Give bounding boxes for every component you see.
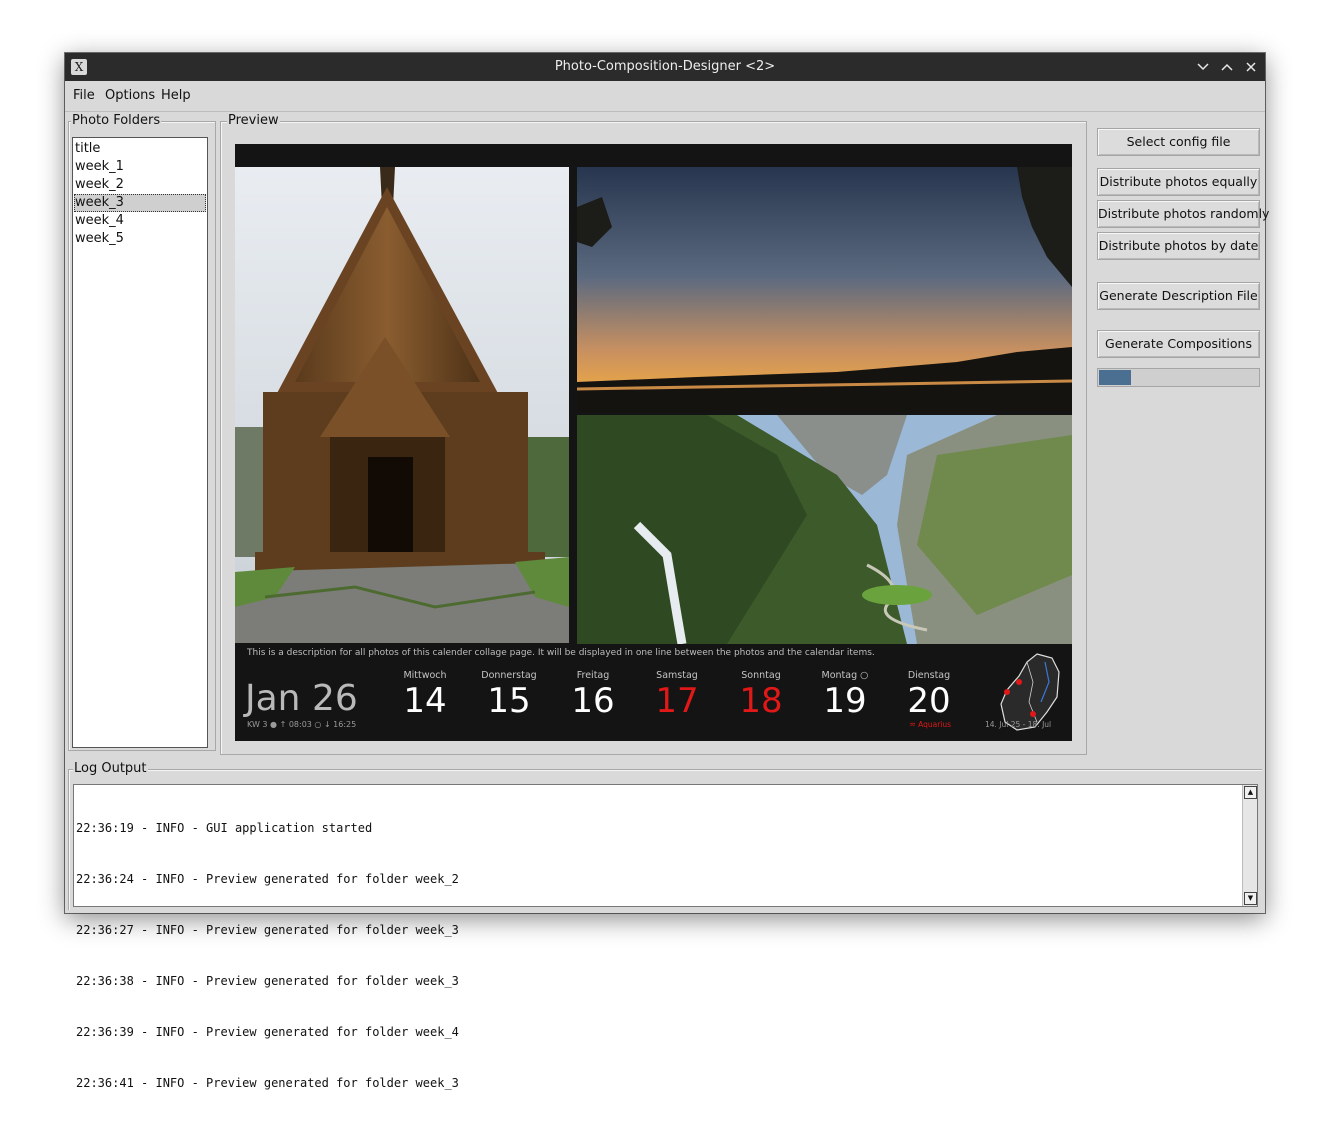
log-line: 22:36:41 - INFO - Preview generated for … <box>76 1076 459 1090</box>
day-name: Donnerstag <box>481 670 537 681</box>
calendar-day: Donnerstag 15 <box>469 670 549 721</box>
day-number: 15 <box>487 681 531 721</box>
day-name: Sonntag <box>741 670 781 681</box>
folder-item-week-5[interactable]: week_5 <box>74 230 206 248</box>
log-line: 22:36:19 - INFO - GUI application starte… <box>76 821 373 835</box>
day-name: Montag ○ <box>821 670 869 681</box>
distribute-equally-button[interactable]: Distribute photos equally <box>1097 168 1260 196</box>
close-button[interactable] <box>1241 57 1261 77</box>
menu-bar: File Options Help <box>65 81 1265 112</box>
day-number: 14 <box>403 681 447 721</box>
folder-item-week-2[interactable]: week_2 <box>74 176 206 194</box>
day-name: Dienstag <box>907 670 951 681</box>
sunset-lake-image <box>577 167 1072 412</box>
collage-description: This is a description for all photos of … <box>247 648 875 658</box>
photo-stave-church <box>235 167 569 643</box>
calendar-day: Freitag 16 <box>553 670 633 721</box>
scroll-down-icon[interactable]: ▼ <box>1244 892 1257 905</box>
generate-compositions-button[interactable]: Generate Compositions <box>1097 330 1260 358</box>
progress-fill <box>1099 370 1131 385</box>
day-number: 20 <box>907 681 951 721</box>
stave-church-image <box>235 167 569 643</box>
log-scrollbar[interactable]: ▲ ▼ <box>1242 785 1257 906</box>
calendar-day-weekend: Sonntag 18 <box>721 670 801 721</box>
mountain-valley-image <box>577 415 1072 644</box>
folder-item-title[interactable]: title <box>74 140 206 158</box>
select-config-button[interactable]: Select config file <box>1097 128 1260 156</box>
log-lines: 22:36:19 - INFO - GUI application starte… <box>76 786 459 1126</box>
calendar-month: Jan 26 <box>245 678 358 719</box>
log-output-legend: Log Output <box>73 761 148 777</box>
photo-folders-list[interactable]: title week_1 week_2 week_3 week_4 week_5 <box>72 137 208 748</box>
photo-mountain-valley <box>577 415 1072 644</box>
calendar-day-weekend: Samstag 17 <box>637 670 717 721</box>
minimize-button[interactable] <box>1193 57 1213 77</box>
calendar-day: Mittwoch 14 <box>385 670 465 721</box>
day-number: 18 <box>739 681 783 721</box>
menu-help[interactable]: Help <box>157 81 195 111</box>
day-name: Mittwoch <box>403 670 447 681</box>
day-number: 17 <box>655 681 699 721</box>
preview-canvas: This is a description for all photos of … <box>235 144 1072 741</box>
photo-folders-legend: Photo Folders <box>71 113 162 129</box>
chevron-up-icon <box>1221 63 1233 71</box>
log-line: 22:36:39 - INFO - Preview generated for … <box>76 1025 459 1039</box>
calendar-day: Montag ○ 19 <box>805 670 885 721</box>
folder-item-week-4[interactable]: week_4 <box>74 212 206 230</box>
window-title: Photo-Composition-Designer <2> <box>554 59 776 74</box>
folder-item-week-3[interactable]: week_3 <box>74 194 206 212</box>
photo-sunset-lake <box>577 167 1072 412</box>
distribute-by-date-button[interactable]: Distribute photos by date <box>1097 232 1260 260</box>
zodiac-label: ♒ Aquarius <box>909 720 952 729</box>
menu-options[interactable]: Options <box>101 81 159 111</box>
close-icon <box>1246 62 1256 72</box>
maximize-button[interactable] <box>1217 57 1237 77</box>
day-name: Freitag <box>576 670 610 681</box>
day-name: Samstag <box>656 670 698 681</box>
distribute-randomly-button[interactable]: Distribute photos randomly <box>1097 200 1269 228</box>
preview-legend: Preview <box>227 113 280 129</box>
folder-item-week-1[interactable]: week_1 <box>74 158 206 176</box>
calendar-week-info: KW 3 ● ↑ 08:03 ○ ↓ 16:25 <box>247 720 357 729</box>
log-line: 22:36:24 - INFO - Preview generated for … <box>76 872 459 886</box>
log-output-text[interactable]: 22:36:19 - INFO - GUI application starte… <box>73 784 1258 1090</box>
log-line: 22:36:38 - INFO - Preview generated for … <box>76 974 459 988</box>
day-number: 19 <box>823 681 867 721</box>
calendar-strip: This is a description for all photos of … <box>235 644 1072 741</box>
map-date-range: 14. Jul 25 - 18. Jul <box>985 720 1052 729</box>
chevron-down-icon <box>1197 63 1209 71</box>
title-bar: X Photo-Composition-Designer <2> <box>65 53 1265 81</box>
progress-bar <box>1097 368 1260 387</box>
day-number: 16 <box>571 681 615 721</box>
calendar-day: Dienstag 20 <box>889 670 969 721</box>
generate-description-button[interactable]: Generate Description File <box>1097 282 1260 310</box>
log-line: 22:36:27 - INFO - Preview generated for … <box>76 923 459 937</box>
app-window: X Photo-Composition-Designer <2> File Op… <box>65 53 1269 1090</box>
menu-file[interactable]: File <box>69 81 99 111</box>
scroll-up-icon[interactable]: ▲ <box>1244 786 1257 799</box>
